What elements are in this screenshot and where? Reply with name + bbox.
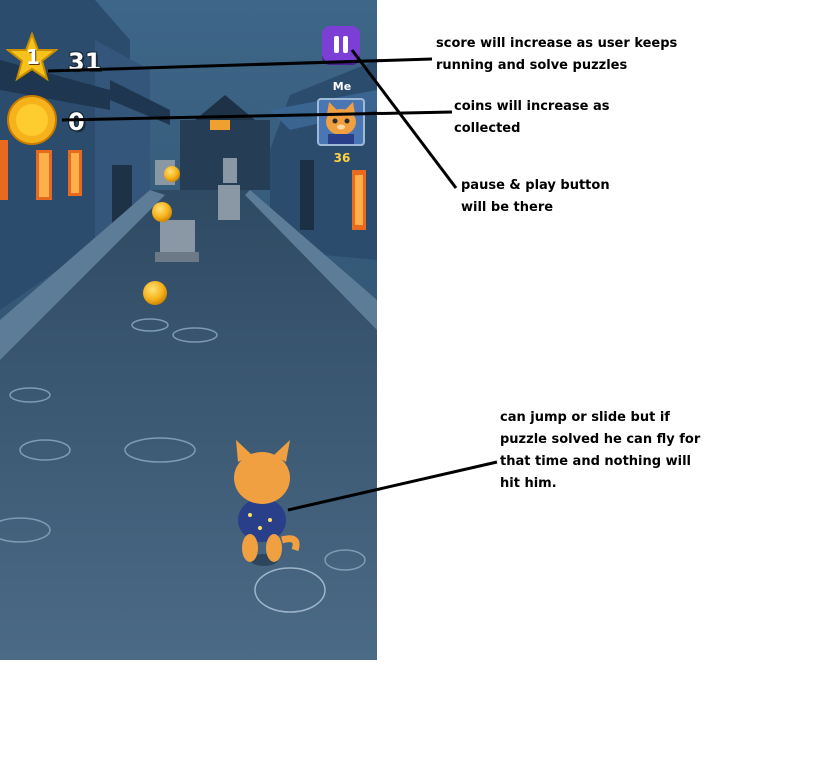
world-coin — [143, 281, 167, 305]
coin-icon — [7, 95, 57, 145]
pause-button[interactable] — [322, 26, 360, 62]
world-coin — [164, 166, 180, 182]
coins-annotation: coins will increase as collected — [454, 99, 610, 136]
pause-annotation: pause & play button will be there — [461, 178, 610, 215]
score-annotation: score will increase as user keeps runnin… — [436, 36, 678, 73]
cat-avatar — [317, 98, 365, 146]
level-number: 1 — [26, 45, 40, 69]
me-score: 36 — [333, 151, 351, 165]
me-label: Me — [332, 80, 352, 93]
game-viewport[interactable]: 1 31 0 Me 36 — [0, 0, 377, 660]
coin-count: 0 — [68, 108, 85, 136]
score-value: 31 — [68, 48, 102, 76]
player-annotation: can jump or slide but if puzzle solved h… — [500, 410, 701, 491]
world-coin — [152, 202, 172, 222]
